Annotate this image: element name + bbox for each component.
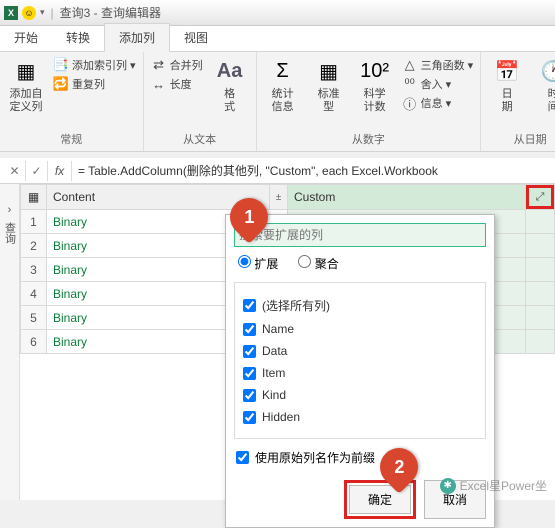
formula-cancel-button[interactable]: ✕ [4, 161, 26, 181]
expand-column-header: ⤢ [526, 185, 555, 210]
radio-expand[interactable]: 扩展 [238, 255, 278, 272]
wechat-icon: ✱ [440, 478, 456, 494]
search-columns-input[interactable] [234, 223, 486, 247]
format-button[interactable]: Aa 格 式 [208, 54, 252, 116]
cell-expand [526, 306, 555, 330]
duplicate-icon: 🔁 [53, 76, 69, 92]
round-icon: ⁰⁰ [402, 76, 418, 92]
smiley-icon: ☺ [22, 6, 36, 20]
date-icon: 📅 [492, 56, 522, 86]
watermark: ✱ Excel星Power坐 [440, 477, 547, 494]
merge-columns-button[interactable]: ⇄合并列 [148, 56, 206, 74]
columns-checklist: (选择所有列) Name Data Item Kind Hidden [234, 282, 486, 439]
data-grid: ▦ Content± Custom ⤢ 1 Binary Table 2 Bin… [20, 184, 555, 500]
format-icon: Aa [215, 56, 245, 86]
duplicate-column-button[interactable]: 🔁重复列 [50, 75, 139, 93]
tab-view[interactable]: 视图 [170, 24, 222, 51]
group-label: 常规 [4, 129, 139, 149]
info-icon: ⓘ [402, 95, 418, 111]
info-button[interactable]: ⓘ信息 ▾ [399, 94, 477, 112]
length-button[interactable]: ↔长度 [148, 75, 206, 93]
row-number[interactable]: 3 [21, 258, 47, 282]
add-custom-column-button[interactable]: ▦ 添加自 定义列 [4, 54, 48, 116]
row-number[interactable]: 2 [21, 234, 47, 258]
content-area: › 查询 ▦ Content± Custom ⤢ 1 Binary Table … [0, 184, 555, 500]
ribbon: ▦ 添加自 定义列 📑添加索引列 ▾ 🔁重复列 常规 ⇄合并列 ↔长度 Aa 格… [0, 52, 555, 152]
row-number[interactable]: 6 [21, 330, 47, 354]
scientific-icon: 10² [360, 56, 390, 86]
check-kind[interactable]: Kind [243, 384, 477, 406]
date-button[interactable]: 📅日 期 [485, 54, 529, 116]
cell-expand [526, 234, 555, 258]
row-number[interactable]: 1 [21, 210, 47, 234]
merge-icon: ⇄ [151, 57, 167, 73]
row-number[interactable]: 4 [21, 282, 47, 306]
length-icon: ↔ [151, 76, 167, 92]
expand-column-button[interactable]: ⤢ [526, 185, 554, 209]
group-label: 从文本 [148, 129, 252, 149]
time-icon: 🕐 [538, 56, 555, 86]
time-button[interactable]: 🕐时 间 [531, 54, 555, 116]
formula-bar: ✕ ✓ fx = Table.AddColumn(删除的其他列, "Custom… [0, 158, 555, 184]
column-type-icon[interactable]: ± [269, 185, 287, 209]
table-corner-icon[interactable]: ▦ [21, 185, 47, 210]
ribbon-group-number: Σ统计 信息 ▦标准 型 10²科学 计数 △三角函数 ▾ ⁰⁰舍入 ▾ ⓘ信息… [257, 52, 482, 151]
formula-text[interactable]: = Table.AddColumn(删除的其他列, "Custom", each… [72, 162, 551, 179]
excel-icon: X [4, 6, 18, 20]
tab-add-column[interactable]: 添加列 [104, 23, 170, 52]
check-name[interactable]: Name [243, 318, 477, 340]
sigma-icon: Σ [268, 56, 298, 86]
add-index-column-button[interactable]: 📑添加索引列 ▾ [50, 56, 139, 74]
ribbon-group-text: ⇄合并列 ↔长度 Aa 格 式 从文本 [144, 52, 257, 151]
check-data[interactable]: Data [243, 340, 477, 362]
separator: | [51, 6, 54, 20]
standard-button[interactable]: ▦标准 型 [307, 54, 351, 116]
statistics-button[interactable]: Σ统计 信息 [261, 54, 305, 116]
group-label: 从数字 [261, 129, 477, 149]
window-title: 查询3 - 查询编辑器 [60, 4, 161, 21]
trig-button[interactable]: △三角函数 ▾ [399, 56, 477, 74]
title-bar: X ☺ ▾ | 查询3 - 查询编辑器 [0, 0, 555, 26]
check-hidden[interactable]: Hidden [243, 406, 477, 428]
cell-expand [526, 210, 555, 234]
check-item[interactable]: Item [243, 362, 477, 384]
scientific-button[interactable]: 10²科学 计数 [353, 54, 397, 116]
ribbon-tabs: 开始 转换 添加列 视图 [0, 26, 555, 52]
formula-commit-button[interactable]: ✓ [26, 161, 48, 181]
cell-expand [526, 282, 555, 306]
tab-home[interactable]: 开始 [0, 24, 52, 51]
fx-icon: fx [48, 161, 72, 181]
table-icon: ▦ [11, 56, 41, 86]
cell-expand [526, 258, 555, 282]
ribbon-group-general: ▦ 添加自 定义列 📑添加索引列 ▾ 🔁重复列 常规 [0, 52, 144, 151]
rounding-button[interactable]: ⁰⁰舍入 ▾ [399, 75, 477, 93]
expand-pane-icon[interactable]: › [8, 204, 12, 216]
radio-aggregate[interactable]: 聚合 [298, 255, 338, 272]
cell-expand [526, 330, 555, 354]
check-use-prefix[interactable]: 使用原始列名作为前缀 [236, 449, 486, 466]
queries-pane-collapsed[interactable]: › 查询 [0, 184, 20, 500]
index-icon: 📑 [53, 57, 69, 73]
tab-transform[interactable]: 转换 [52, 24, 104, 51]
queries-pane-label: 查询 [2, 222, 18, 244]
check-select-all[interactable]: (选择所有列) [243, 293, 477, 318]
column-header-custom[interactable]: Custom [288, 185, 526, 210]
trig-icon: △ [402, 57, 418, 73]
ribbon-group-date: 📅日 期 🕐时 间 从日期 [481, 52, 555, 151]
calc-icon: ▦ [314, 56, 344, 86]
row-number[interactable]: 5 [21, 306, 47, 330]
qat-dropdown-icon[interactable]: ▾ [40, 7, 45, 18]
group-label: 从日期 [485, 129, 555, 149]
